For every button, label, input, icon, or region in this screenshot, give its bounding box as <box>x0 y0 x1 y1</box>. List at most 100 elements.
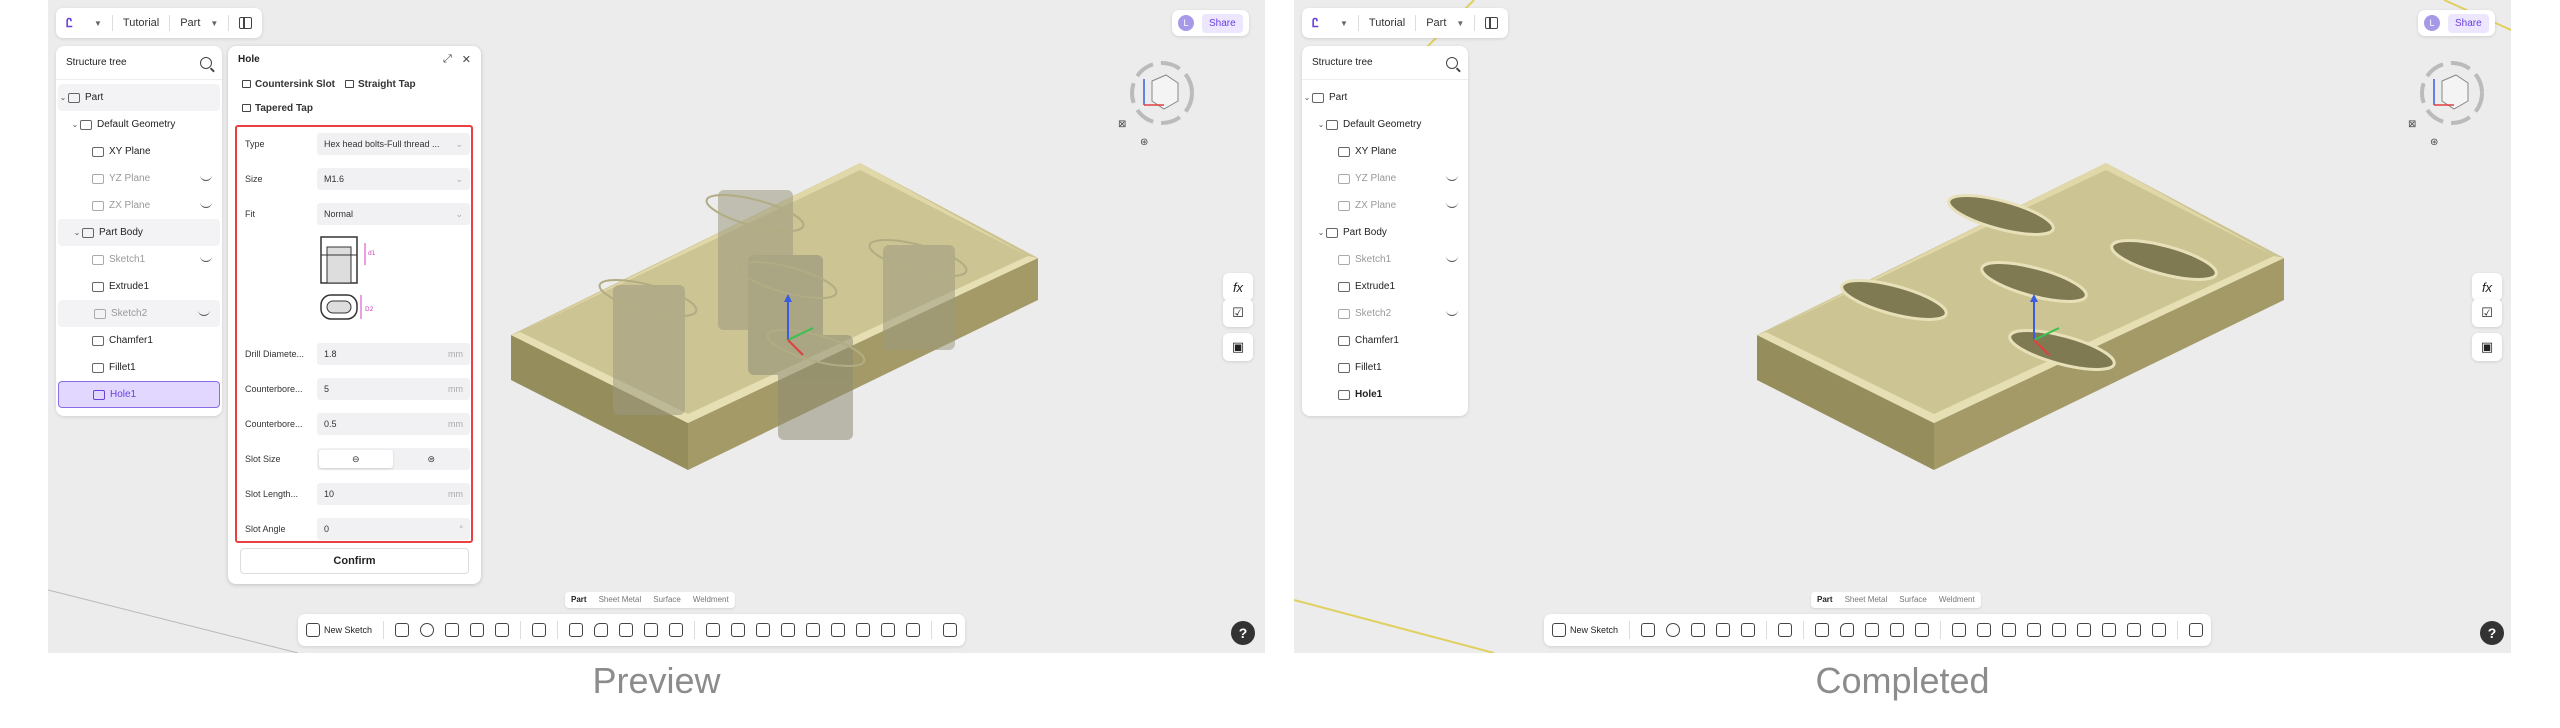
eye-hidden-icon[interactable] <box>200 256 212 262</box>
search-icon[interactable] <box>200 56 212 69</box>
eye-hidden-icon[interactable] <box>1446 256 1458 262</box>
revolve-icon[interactable] <box>1666 623 1681 637</box>
view-cube[interactable]: ⊠ ⊛ <box>1114 55 1194 145</box>
tab-surface[interactable]: Surface <box>1893 592 1933 608</box>
extrude-icon[interactable] <box>1641 623 1656 637</box>
tree-item-fillet1[interactable]: Fillet1 <box>1302 354 1468 381</box>
sweep-icon[interactable] <box>445 623 460 637</box>
confirm-button[interactable]: Confirm <box>240 548 469 574</box>
measure-icon[interactable] <box>906 623 921 637</box>
hole-icon[interactable] <box>1778 623 1793 637</box>
slot-angle-input[interactable]: 0 ° <box>317 518 470 540</box>
tab-part[interactable]: Part <box>565 592 593 608</box>
split-icon[interactable] <box>806 623 821 637</box>
shell-icon[interactable] <box>1890 623 1905 637</box>
mode-selector[interactable]: Part <box>1426 17 1446 29</box>
view-cube[interactable]: ⊠ ⊛ <box>2404 55 2484 145</box>
chevron-down-icon[interactable]: ⌄ <box>1316 228 1326 237</box>
split-icon[interactable] <box>2052 623 2067 637</box>
drill-diameter-input[interactable]: 1.8 mm <box>317 343 470 365</box>
avatar[interactable]: L <box>2424 15 2440 31</box>
counterbore-diameter-input[interactable]: 5 mm <box>317 378 470 400</box>
tree-item-sketch2[interactable]: Sketch2 <box>1302 300 1468 327</box>
eye-hidden-icon[interactable] <box>1446 202 1458 208</box>
thicken-icon[interactable] <box>1915 623 1930 637</box>
close-icon[interactable]: ✕ <box>462 53 471 66</box>
toggle-panel-icon[interactable] <box>239 17 253 29</box>
chevron-down-icon[interactable]: ▼ <box>94 19 102 28</box>
type-select[interactable]: Hex head bolts-Full thread ... ⌄ <box>317 133 470 155</box>
plane-icon[interactable] <box>2127 623 2142 637</box>
sweep-icon[interactable] <box>1691 623 1706 637</box>
tapered-tap-option[interactable]: Tapered Tap <box>242 103 313 114</box>
move-icon[interactable] <box>756 623 771 637</box>
loft-icon[interactable] <box>1716 623 1731 637</box>
draft-icon[interactable] <box>619 623 634 637</box>
tree-item-part-body[interactable]: ⌄ Part Body <box>1302 219 1468 246</box>
tree-item-part-body[interactable]: ⌄ Part Body <box>58 219 220 246</box>
chevron-down-icon[interactable]: ▼ <box>210 19 218 28</box>
scale-icon[interactable] <box>831 623 846 637</box>
share-button[interactable]: Share <box>2448 13 2489 33</box>
replace-face-icon[interactable] <box>856 623 871 637</box>
tab-weldment[interactable]: Weldment <box>1933 592 1981 608</box>
share-button[interactable]: Share <box>1202 13 1243 33</box>
move-icon[interactable] <box>2002 623 2017 637</box>
tree-item-hole1[interactable]: Hole1 <box>58 381 220 408</box>
eye-hidden-icon[interactable] <box>198 310 210 316</box>
more-tools-icon[interactable] <box>2189 623 2204 637</box>
draft-icon[interactable] <box>1865 623 1880 637</box>
fillet-icon[interactable] <box>594 623 609 637</box>
tree-item-sketch2[interactable]: Sketch2 <box>58 300 220 327</box>
revolve-icon[interactable] <box>420 623 435 637</box>
help-button[interactable]: ? <box>2480 621 2504 645</box>
measure-icon[interactable] <box>2152 623 2167 637</box>
slot-length-input[interactable]: 10 mm <box>317 483 470 505</box>
straight-tap-option[interactable]: Straight Tap <box>345 79 416 90</box>
fillet-icon[interactable] <box>1840 623 1855 637</box>
mode-selector[interactable]: Part <box>180 17 200 29</box>
app-logo-icon[interactable]: Ꮭ <box>66 16 84 30</box>
size-select[interactable]: M1.6 ⌄ <box>317 168 470 190</box>
chevron-down-icon[interactable]: ▼ <box>1340 19 1348 28</box>
more-tools-icon[interactable] <box>943 623 958 637</box>
extrude-icon[interactable] <box>395 623 410 637</box>
tree-item-part[interactable]: ⌄ Part <box>58 84 220 111</box>
toggle-panel-icon[interactable] <box>1485 17 1499 29</box>
formula-button[interactable]: fx <box>2472 273 2502 301</box>
pin-icon[interactable]: ⤢ <box>443 53 452 66</box>
tree-item-extrude1[interactable]: Extrude1 <box>56 273 222 300</box>
tree-item-yz-plane[interactable]: YZ Plane <box>1302 165 1468 192</box>
library-icon[interactable]: ▣ <box>1223 333 1253 361</box>
new-sketch-button[interactable]: New Sketch <box>1552 623 1618 637</box>
search-icon[interactable] <box>1446 56 1458 69</box>
tree-item-xy-plane[interactable]: XY Plane <box>1302 138 1468 165</box>
tree-item-sketch1[interactable]: Sketch1 <box>56 246 222 273</box>
tab-sheet-metal[interactable]: Sheet Metal <box>593 592 648 608</box>
avatar[interactable]: L <box>1178 15 1194 31</box>
tree-item-fillet1[interactable]: Fillet1 <box>56 354 222 381</box>
app-logo-icon[interactable]: Ꮭ <box>1312 16 1330 30</box>
eye-hidden-icon[interactable] <box>1446 310 1458 316</box>
tree-item-chamfer1[interactable]: Chamfer1 <box>56 327 222 354</box>
mirror-icon[interactable] <box>731 623 746 637</box>
formula-button[interactable]: fx <box>1223 273 1253 301</box>
checklist-icon[interactable]: ☑ <box>1223 299 1253 327</box>
help-button[interactable]: ? <box>1231 621 1255 645</box>
combine-icon[interactable] <box>2027 623 2042 637</box>
counterbore-depth-input[interactable]: 0.5 mm <box>317 413 470 435</box>
shell-icon[interactable] <box>644 623 659 637</box>
tab-surface[interactable]: Surface <box>647 592 687 608</box>
chamfer-icon[interactable] <box>1815 623 1830 637</box>
combine-icon[interactable] <box>781 623 796 637</box>
mirror-icon[interactable] <box>1977 623 1992 637</box>
tree-item-extrude1[interactable]: Extrude1 <box>1302 273 1468 300</box>
hole-icon[interactable] <box>532 623 547 637</box>
slot-size-length-option[interactable]: ⊖ <box>319 450 393 468</box>
pattern-icon[interactable] <box>706 623 721 637</box>
tree-item-hole1[interactable]: Hole1 <box>1302 381 1468 408</box>
pattern-icon[interactable] <box>1952 623 1967 637</box>
tab-weldment[interactable]: Weldment <box>687 592 735 608</box>
chevron-down-icon[interactable]: ▼ <box>1456 19 1464 28</box>
tree-item-part[interactable]: ⌄ Part <box>1302 84 1468 111</box>
